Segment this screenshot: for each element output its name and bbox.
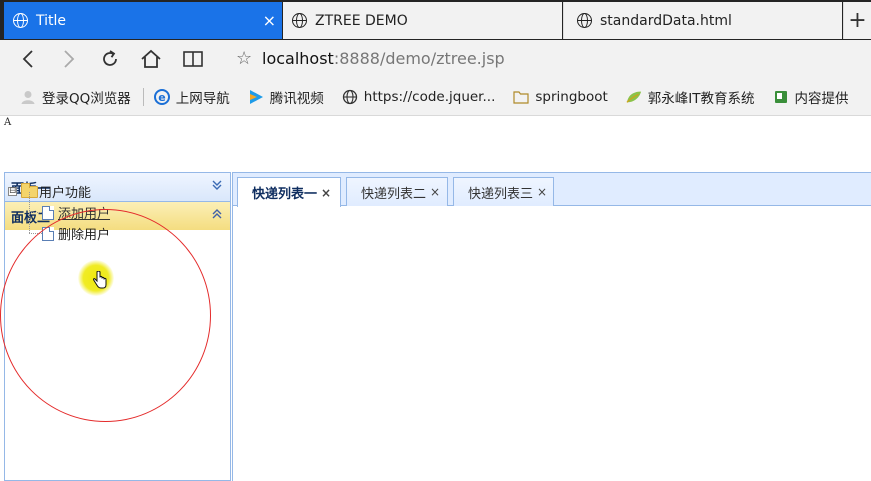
browser-tab-standard-data[interactable]: standardData.html bbox=[563, 2, 842, 39]
page-content: A 面板一 面板二 ⊟ 用户功能 bbox=[0, 117, 871, 481]
bookmark-label: 登录QQ浏览器 bbox=[42, 90, 131, 107]
tree-line bbox=[29, 213, 30, 233]
book-icon bbox=[183, 51, 203, 67]
bookmark-label: springboot bbox=[535, 88, 608, 105]
bookmark-content[interactable]: 内容提供 bbox=[773, 87, 849, 107]
annotation-circle bbox=[0, 209, 211, 422]
tab-label: 快递列表三 bbox=[468, 186, 534, 202]
bookmark-navigation[interactable]: e 上网导航 bbox=[153, 87, 230, 107]
browser-tab-label: standardData.html bbox=[600, 12, 732, 29]
svg-text:e: e bbox=[158, 91, 165, 104]
tree-line bbox=[29, 212, 42, 213]
tab-label: 快递列表二 bbox=[361, 186, 427, 202]
star-icon[interactable]: ☆ bbox=[236, 48, 252, 69]
bookmark-label: 腾讯视频 bbox=[269, 90, 324, 107]
browser-tab-label: Title bbox=[36, 12, 67, 29]
globe-icon bbox=[292, 13, 307, 28]
browser-tab-strip: Title × ZTREE DEMO standardData.html + bbox=[0, 0, 871, 40]
center-tabs-panel: 快递列表一 × 快递列表二 × 快递列表三 × bbox=[232, 172, 871, 481]
bookmark-jquery[interactable]: https://code.jquer... bbox=[342, 88, 496, 105]
close-icon[interactable]: × bbox=[537, 185, 547, 199]
browser-tab-ztree-demo[interactable]: ZTREE DEMO bbox=[283, 2, 562, 39]
address-bar: ☆ localhost:8888/demo/ztree.jsp bbox=[0, 40, 871, 78]
tree-node-label[interactable]: 用户功能 bbox=[39, 182, 91, 201]
leaf-icon bbox=[626, 89, 642, 105]
content-tab-2[interactable]: 快递列表二 × bbox=[346, 177, 448, 206]
content-tab-3[interactable]: 快递列表三 × bbox=[453, 177, 554, 206]
bookmark-label: 郭永峰IT教育系统 bbox=[647, 90, 755, 107]
reading-mode-button[interactable] bbox=[180, 47, 206, 71]
bookmark-separator bbox=[142, 87, 144, 106]
back-button[interactable] bbox=[16, 47, 40, 71]
forward-button[interactable] bbox=[57, 47, 81, 71]
globe-icon bbox=[13, 13, 28, 28]
bookmark-qq-login[interactable]: 登录QQ浏览器 bbox=[20, 87, 131, 107]
close-tab-icon[interactable]: × bbox=[263, 11, 276, 30]
tree-node-root[interactable]: ⊟ 用户功能 bbox=[8, 181, 110, 202]
browser-tab-title[interactable]: Title × bbox=[4, 2, 282, 39]
new-tab-button[interactable]: + bbox=[843, 2, 871, 39]
tabs-header: 快递列表一 × 快递列表二 × 快递列表三 × bbox=[233, 173, 871, 207]
document-icon bbox=[42, 205, 54, 220]
globe-icon bbox=[342, 89, 358, 105]
chevron-right-icon bbox=[64, 50, 75, 68]
reload-icon bbox=[103, 50, 117, 66]
collapse-icon[interactable] bbox=[211, 208, 223, 224]
chevron-left-icon bbox=[22, 50, 33, 68]
browser-window: Title × ZTREE DEMO standardData.html + ☆ bbox=[0, 0, 871, 481]
tree-switch-icon[interactable]: ⊟ bbox=[8, 187, 17, 196]
browser-tab-label: ZTREE DEMO bbox=[315, 12, 408, 29]
url-host: localhost bbox=[262, 49, 334, 68]
content-tab-1[interactable]: 快递列表一 × bbox=[237, 177, 341, 207]
home-button[interactable] bbox=[138, 47, 164, 71]
user-icon bbox=[20, 89, 36, 105]
url-field[interactable]: localhost:8888/demo/ztree.jsp bbox=[262, 49, 505, 68]
book-icon bbox=[773, 89, 789, 105]
close-icon[interactable]: × bbox=[321, 186, 331, 200]
bookmark-tencent-video[interactable]: 腾讯视频 bbox=[248, 87, 324, 107]
bookmark-label: https://code.jquer... bbox=[363, 88, 496, 105]
expand-icon[interactable] bbox=[211, 179, 223, 195]
tab-label: 快递列表一 bbox=[252, 187, 318, 202]
play-icon bbox=[248, 89, 264, 105]
bookmark-label: 内容提供 bbox=[794, 90, 849, 107]
globe-icon bbox=[577, 13, 592, 28]
bookmarks-bar: 登录QQ浏览器 e 上网导航 腾讯视频 https://code.jquer..… bbox=[0, 78, 871, 116]
north-region-text: A bbox=[4, 117, 12, 128]
ie-icon: e bbox=[153, 88, 170, 105]
folder-icon bbox=[513, 89, 529, 105]
reload-button[interactable] bbox=[98, 47, 122, 71]
home-icon bbox=[141, 49, 161, 68]
close-icon[interactable]: × bbox=[430, 185, 440, 199]
bookmark-education-system[interactable]: 郭永峰IT教育系统 bbox=[626, 87, 755, 107]
bookmark-label: 上网导航 bbox=[175, 90, 230, 107]
url-path: :8888/demo/ztree.jsp bbox=[333, 49, 505, 68]
bookmark-springboot[interactable]: springboot bbox=[513, 88, 608, 105]
